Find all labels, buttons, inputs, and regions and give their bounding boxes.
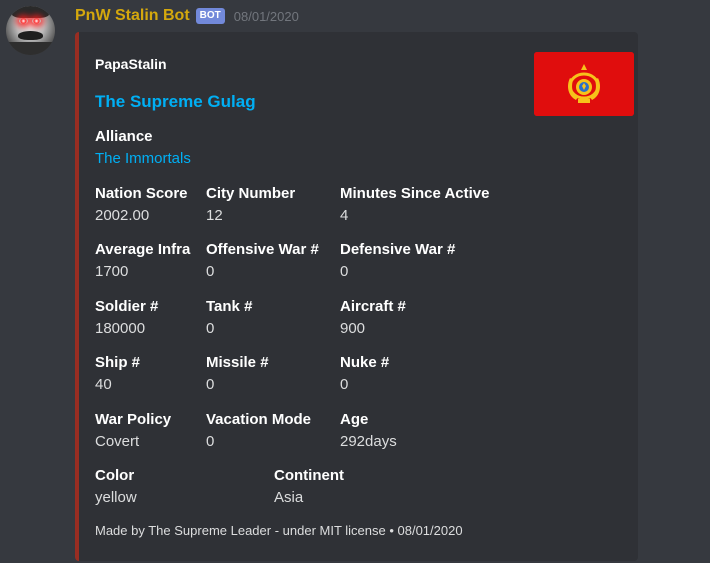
field-value: 12 <box>206 207 223 224</box>
field-name: Missile # <box>206 354 269 371</box>
field-soldier: Soldier # 180000 <box>95 298 158 337</box>
field-value: Asia <box>274 489 304 506</box>
embed-footer: Made by The Supreme Leader - under MIT l… <box>95 523 463 538</box>
field-city-number: City Number 12 <box>206 185 295 224</box>
field-value-link[interactable]: The Immortals <box>95 150 191 167</box>
field-value: yellow <box>95 489 137 506</box>
field-defensive-war: Defensive War # 0 <box>340 241 455 280</box>
field-name: Color <box>95 467 135 484</box>
field-name: Tank # <box>206 298 253 315</box>
bot-tag: BOT <box>195 8 225 24</box>
field-continent: Continent Asia <box>274 467 344 506</box>
field-vacation-mode: Vacation Mode 0 <box>206 411 311 450</box>
field-name: Continent <box>274 467 344 484</box>
field-name: Nation Score <box>95 185 188 202</box>
field-tank: Tank # 0 <box>206 298 252 337</box>
field-name: Minutes Since Active <box>340 185 490 202</box>
avatar-mustache <box>18 31 43 40</box>
avatar-right-eye <box>32 18 41 24</box>
field-name: Nuke # <box>340 354 390 371</box>
field-name: Defensive War # <box>340 241 456 258</box>
red-flag-emblem-icon[interactable] <box>534 52 634 116</box>
field-value: 40 <box>95 376 112 393</box>
field-average-infra: Average Infra 1700 <box>95 241 190 280</box>
field-value: 2002.00 <box>95 207 150 224</box>
field-value: 292days <box>340 433 397 450</box>
field-war-policy: War Policy Covert <box>95 411 171 450</box>
field-name: Age <box>340 411 369 428</box>
field-value: 0 <box>340 263 349 280</box>
field-name: Vacation Mode <box>206 411 312 428</box>
avatar-coat <box>6 42 55 55</box>
field-nuke: Nuke # 0 <box>340 354 389 393</box>
field-value: Covert <box>95 433 140 450</box>
field-name: War Policy <box>95 411 172 428</box>
field-name: City Number <box>206 185 296 202</box>
field-value: 0 <box>340 376 349 393</box>
username[interactable]: PnW Stalin Bot <box>75 7 190 25</box>
field-value: 1700 <box>95 263 129 280</box>
embed-title-link[interactable]: The Supreme Gulag <box>95 92 256 112</box>
field-age: Age 292days <box>340 411 397 450</box>
field-name: Ship # <box>95 354 141 371</box>
avatar-left-eye <box>19 18 28 24</box>
field-value: 0 <box>206 263 215 280</box>
field-value: 180000 <box>95 320 146 337</box>
field-value: 0 <box>206 433 215 450</box>
field-missile: Missile # 0 <box>206 354 269 393</box>
field-name: Average Infra <box>95 241 191 258</box>
field-value: 4 <box>340 207 349 224</box>
field-value: 0 <box>206 376 215 393</box>
embed-author: PapaStalin <box>95 56 167 72</box>
field-name: Aircraft # <box>340 298 406 315</box>
emblem-svg <box>534 52 634 116</box>
field-name: Offensive War # <box>206 241 319 258</box>
field-nation-score: Nation Score 2002.00 <box>95 185 188 224</box>
field-name: Alliance <box>95 128 153 145</box>
field-aircraft: Aircraft # 900 <box>340 298 406 337</box>
message-header: PnW Stalin Bot BOT 08/01/2020 <box>75 5 299 27</box>
field-ship: Ship # 40 <box>95 354 140 393</box>
embed-card: PapaStalin The Supreme Gulag Alliance Th… <box>75 32 638 561</box>
stalin-avatar-icon[interactable] <box>6 6 55 55</box>
avatar-hair <box>12 6 49 18</box>
field-alliance: Alliance The Immortals <box>95 128 191 167</box>
field-color: Color yellow <box>95 467 137 506</box>
field-name: Soldier # <box>95 298 159 315</box>
field-minutes-since-active: Minutes Since Active 4 <box>340 185 490 224</box>
field-offensive-war: Offensive War # 0 <box>206 241 319 280</box>
field-value: 900 <box>340 320 366 337</box>
message-timestamp: 08/01/2020 <box>233 8 299 24</box>
field-value: 0 <box>206 320 215 337</box>
